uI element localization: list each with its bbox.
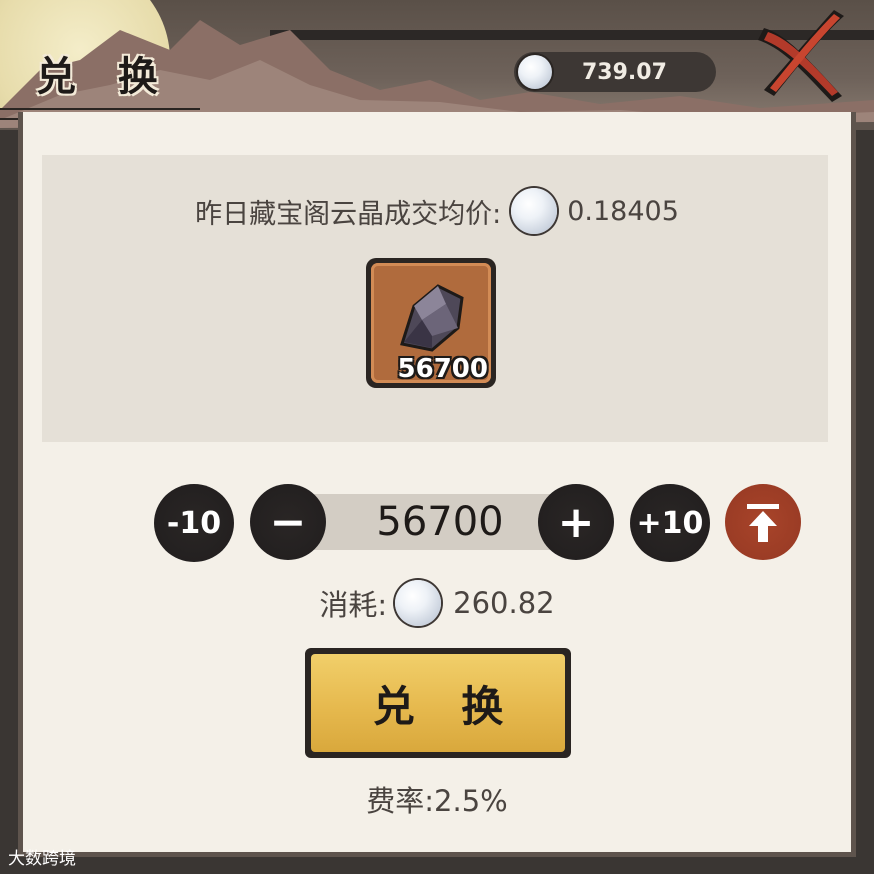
- cost-label: 消耗:: [319, 588, 388, 622]
- average-price-value: 0.18405: [567, 195, 679, 227]
- max-arrow-icon: [747, 504, 779, 542]
- header-banner: 兑 换 739.07: [0, 0, 874, 130]
- exchange-button-face: 兑 换: [311, 654, 565, 752]
- page-title: 兑 换: [36, 53, 172, 100]
- cost-line: 消耗: 260.82: [0, 580, 874, 626]
- close-x-icon: [758, 10, 844, 102]
- currency-balance-pill: 739.07: [514, 52, 716, 92]
- pearl-icon: [395, 580, 442, 626]
- fee-rate-text: 费率:2.5%: [366, 784, 508, 818]
- max-quantity-button[interactable]: [725, 484, 801, 560]
- item-count: 56700: [397, 354, 488, 384]
- minus-10-button[interactable]: -10: [154, 484, 234, 562]
- watermark: 大数跨境: [8, 844, 76, 869]
- item-slot[interactable]: 56700: [366, 258, 496, 388]
- plus-10-button[interactable]: +10: [630, 484, 710, 562]
- cost-value: 260.82: [453, 586, 555, 620]
- currency-balance-value: 739.07: [582, 59, 667, 85]
- watermark-text: 大数跨境: [8, 849, 76, 869]
- pearl-icon: [511, 188, 558, 234]
- close-button[interactable]: [754, 4, 854, 104]
- pearl-icon: [518, 55, 552, 89]
- plus-button[interactable]: +: [538, 484, 614, 560]
- crystal-ore-icon: [400, 284, 464, 352]
- minus-button[interactable]: −: [250, 484, 326, 560]
- average-price-line: 昨日藏宝阁云晶成交均价: 0.18405: [0, 188, 874, 234]
- average-price-label: 昨日藏宝阁云晶成交均价:: [195, 198, 502, 230]
- exchange-button-label: 兑 换: [372, 681, 520, 731]
- exchange-button[interactable]: 兑 换: [305, 648, 571, 758]
